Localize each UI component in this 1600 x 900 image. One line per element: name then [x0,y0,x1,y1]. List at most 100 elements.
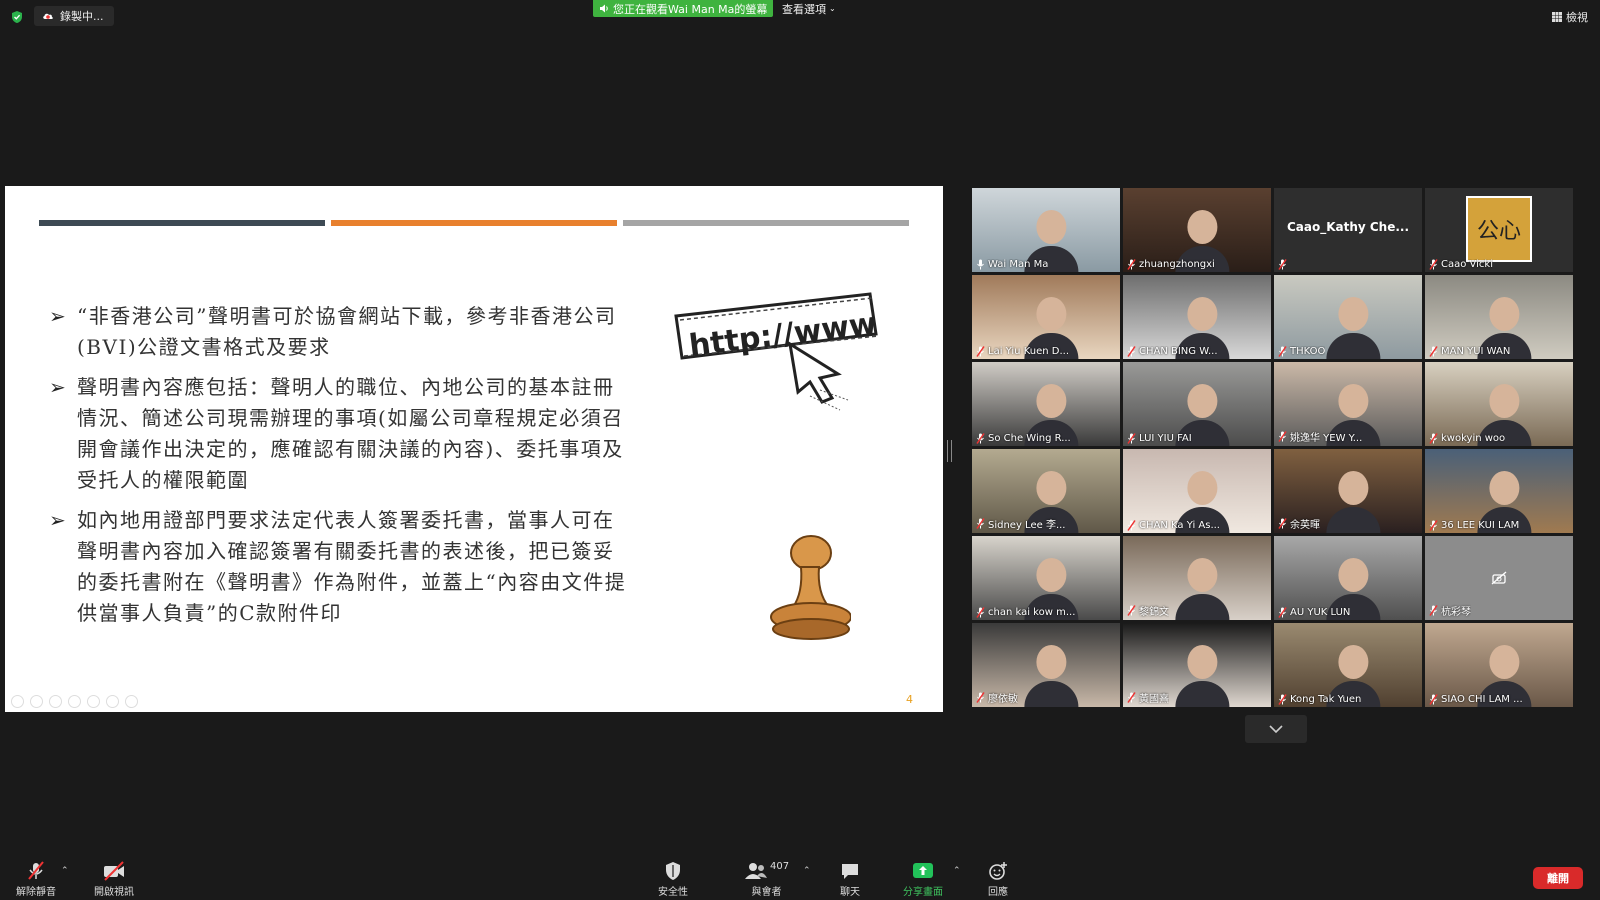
mic-muted-icon [1278,259,1287,270]
participant-tile[interactable]: chan kai kow m... [972,536,1120,620]
slide-tool-icon[interactable] [11,695,24,708]
participant-tile[interactable]: 廖依敏 [972,623,1120,707]
mic-muted-icon [976,346,985,357]
start-video-button[interactable]: 開啟視訊 [94,861,134,898]
chevron-down-icon [1269,725,1283,733]
participant-name: THKOO [1278,346,1325,357]
share-options-caret[interactable]: ⌃ [953,866,961,876]
slide-tool-icon[interactable] [87,695,100,708]
participant-tile[interactable]: 黃國熹 [1123,623,1271,707]
mic-muted-icon [976,692,985,703]
view-layout-button[interactable]: 檢視 [1552,9,1588,25]
viewing-screen-banner[interactable]: 您正在觀看Wai Man Ma的螢幕 [593,0,774,17]
panel-splitter-handle[interactable] [947,440,952,462]
participant-silhouette [1326,297,1381,359]
participant-tile[interactable]: Kong Tak Yuen [1274,623,1422,707]
participant-tile[interactable]: SIAO CHI LAM ... [1425,623,1573,707]
participant-silhouette [1024,645,1079,707]
participant-silhouette [1175,645,1230,707]
participant-name: chan kai kow m... [976,607,1075,618]
participant-silhouette [1175,558,1230,620]
slide-bullet-list: ➢ “非香港公司”聲明書可於協會網站下載，參考非香港公司(BVI)公證文書格式及要… [49,301,629,638]
emoji-reaction-icon [989,862,1007,880]
participant-name-label: 黎錦文 [1139,607,1169,618]
audio-options-caret[interactable]: ⌃ [61,866,69,876]
participant-name: 黎錦文 [1127,603,1169,618]
participant-name-label: LUI YIU FAI [1139,433,1192,444]
slide-tool-icon[interactable] [125,695,138,708]
participants-options-caret[interactable]: ⌃ [803,866,811,876]
participant-name: LUI YIU FAI [1127,433,1192,444]
participant-name-label: 余英暉 [1290,520,1320,531]
mic-muted-icon [1429,433,1438,444]
participant-tile[interactable]: Caao_Kathy Che... [1274,188,1422,272]
participant-tile[interactable]: Wai Man Ma [972,188,1120,272]
mic-muted-icon [1278,346,1287,357]
participant-name: Lai Yiu Kuen D... [976,346,1069,357]
participant-tile[interactable]: 余英暉 [1274,449,1422,533]
slide-tool-icon[interactable] [49,695,62,708]
unmute-button[interactable]: 解除靜音 [16,861,56,898]
mic-muted-icon [976,607,985,618]
security-button[interactable]: 安全性 [658,861,688,898]
mic-muted-icon [976,518,985,529]
participant-tile[interactable]: 黎錦文 [1123,536,1271,620]
arrow-bullet-icon: ➢ [49,375,68,399]
reactions-button[interactable]: 回應 [988,861,1008,898]
participant-name: CHAN Ka Yi As... [1127,520,1220,531]
slide-tool-icon[interactable] [30,695,43,708]
participant-tile[interactable]: So Che Wing R... [972,362,1120,446]
participant-tile[interactable]: MAN YUI WAN [1425,275,1573,359]
slide-toolbar[interactable] [11,695,138,708]
mic-icon [977,259,984,270]
participant-tile[interactable]: CHAN Ka Yi As... [1123,449,1271,533]
participant-name-label: Wai Man Ma [988,259,1049,270]
participant-name: 姚逸华 YEW Y... [1278,429,1362,444]
speaker-icon [600,4,608,13]
slide-header-stripe-dark [39,220,325,226]
participant-name: CHAN BING W... [1127,346,1218,357]
participant-name-label: So Che Wing R... [988,433,1071,444]
mic-muted-icon [1278,694,1287,705]
slide-tool-icon[interactable] [68,695,81,708]
chat-button[interactable]: 聊天 [840,861,860,898]
participant-name-label: CHAN BING W... [1139,346,1218,357]
share-label: 分享畫面 [903,887,943,898]
camera-off-icon [1491,571,1507,585]
participant-tile[interactable]: Lai Yiu Kuen D... [972,275,1120,359]
participant-tile[interactable]: zhuangzhongxi [1123,188,1271,272]
chat-label: 聊天 [840,887,860,898]
mic-muted-icon [1429,694,1438,705]
shield-icon[interactable] [10,10,24,24]
participant-name: 36 LEE KUI LAM [1429,520,1519,531]
participant-name-label: 廖依敏 [988,694,1018,705]
participant-name-label: Caao Vicki [1441,259,1494,270]
participant-name-label: Kong Tak Yuen [1290,694,1362,705]
participant-tile[interactable]: 36 LEE KUI LAM [1425,449,1573,533]
participant-tile[interactable]: 公心 Caao Vicki [1425,188,1573,272]
participant-tile[interactable]: AU YUK LUN [1274,536,1422,620]
participants-button[interactable]: 407 與會者 [744,861,789,898]
reactions-label: 回應 [988,887,1008,898]
participant-tile[interactable]: LUI YIU FAI [1123,362,1271,446]
participant-name: Wai Man Ma [976,259,1048,270]
view-label: 檢視 [1566,11,1588,24]
share-screen-button[interactable]: 分享畫面 [903,861,943,898]
slide-header-stripe-orange [331,220,617,226]
participant-tile[interactable]: THKOO [1274,275,1422,359]
participant-tile[interactable]: 杭彩琴 [1425,536,1573,620]
slide-tool-icon[interactable] [106,695,119,708]
gallery-next-page-button[interactable] [1245,715,1307,743]
recording-indicator[interactable]: 錄製中... [34,6,114,26]
security-label: 安全性 [658,887,688,898]
participant-tile[interactable]: kwokyin woo [1425,362,1573,446]
leave-meeting-button[interactable]: 離開 [1533,867,1583,889]
participant-tile[interactable]: Sidney Lee 李... [972,449,1120,533]
participant-name: zhuangzhongxi [1127,259,1215,270]
participant-name-label: 36 LEE KUI LAM [1441,520,1520,531]
participant-tile[interactable]: 姚逸华 YEW Y... [1274,362,1422,446]
view-options-menu[interactable]: 查看選項 ⌄ [782,0,836,17]
security-shield-icon [666,862,680,880]
mic-muted-icon [1278,518,1287,529]
participant-tile[interactable]: CHAN BING W... [1123,275,1271,359]
